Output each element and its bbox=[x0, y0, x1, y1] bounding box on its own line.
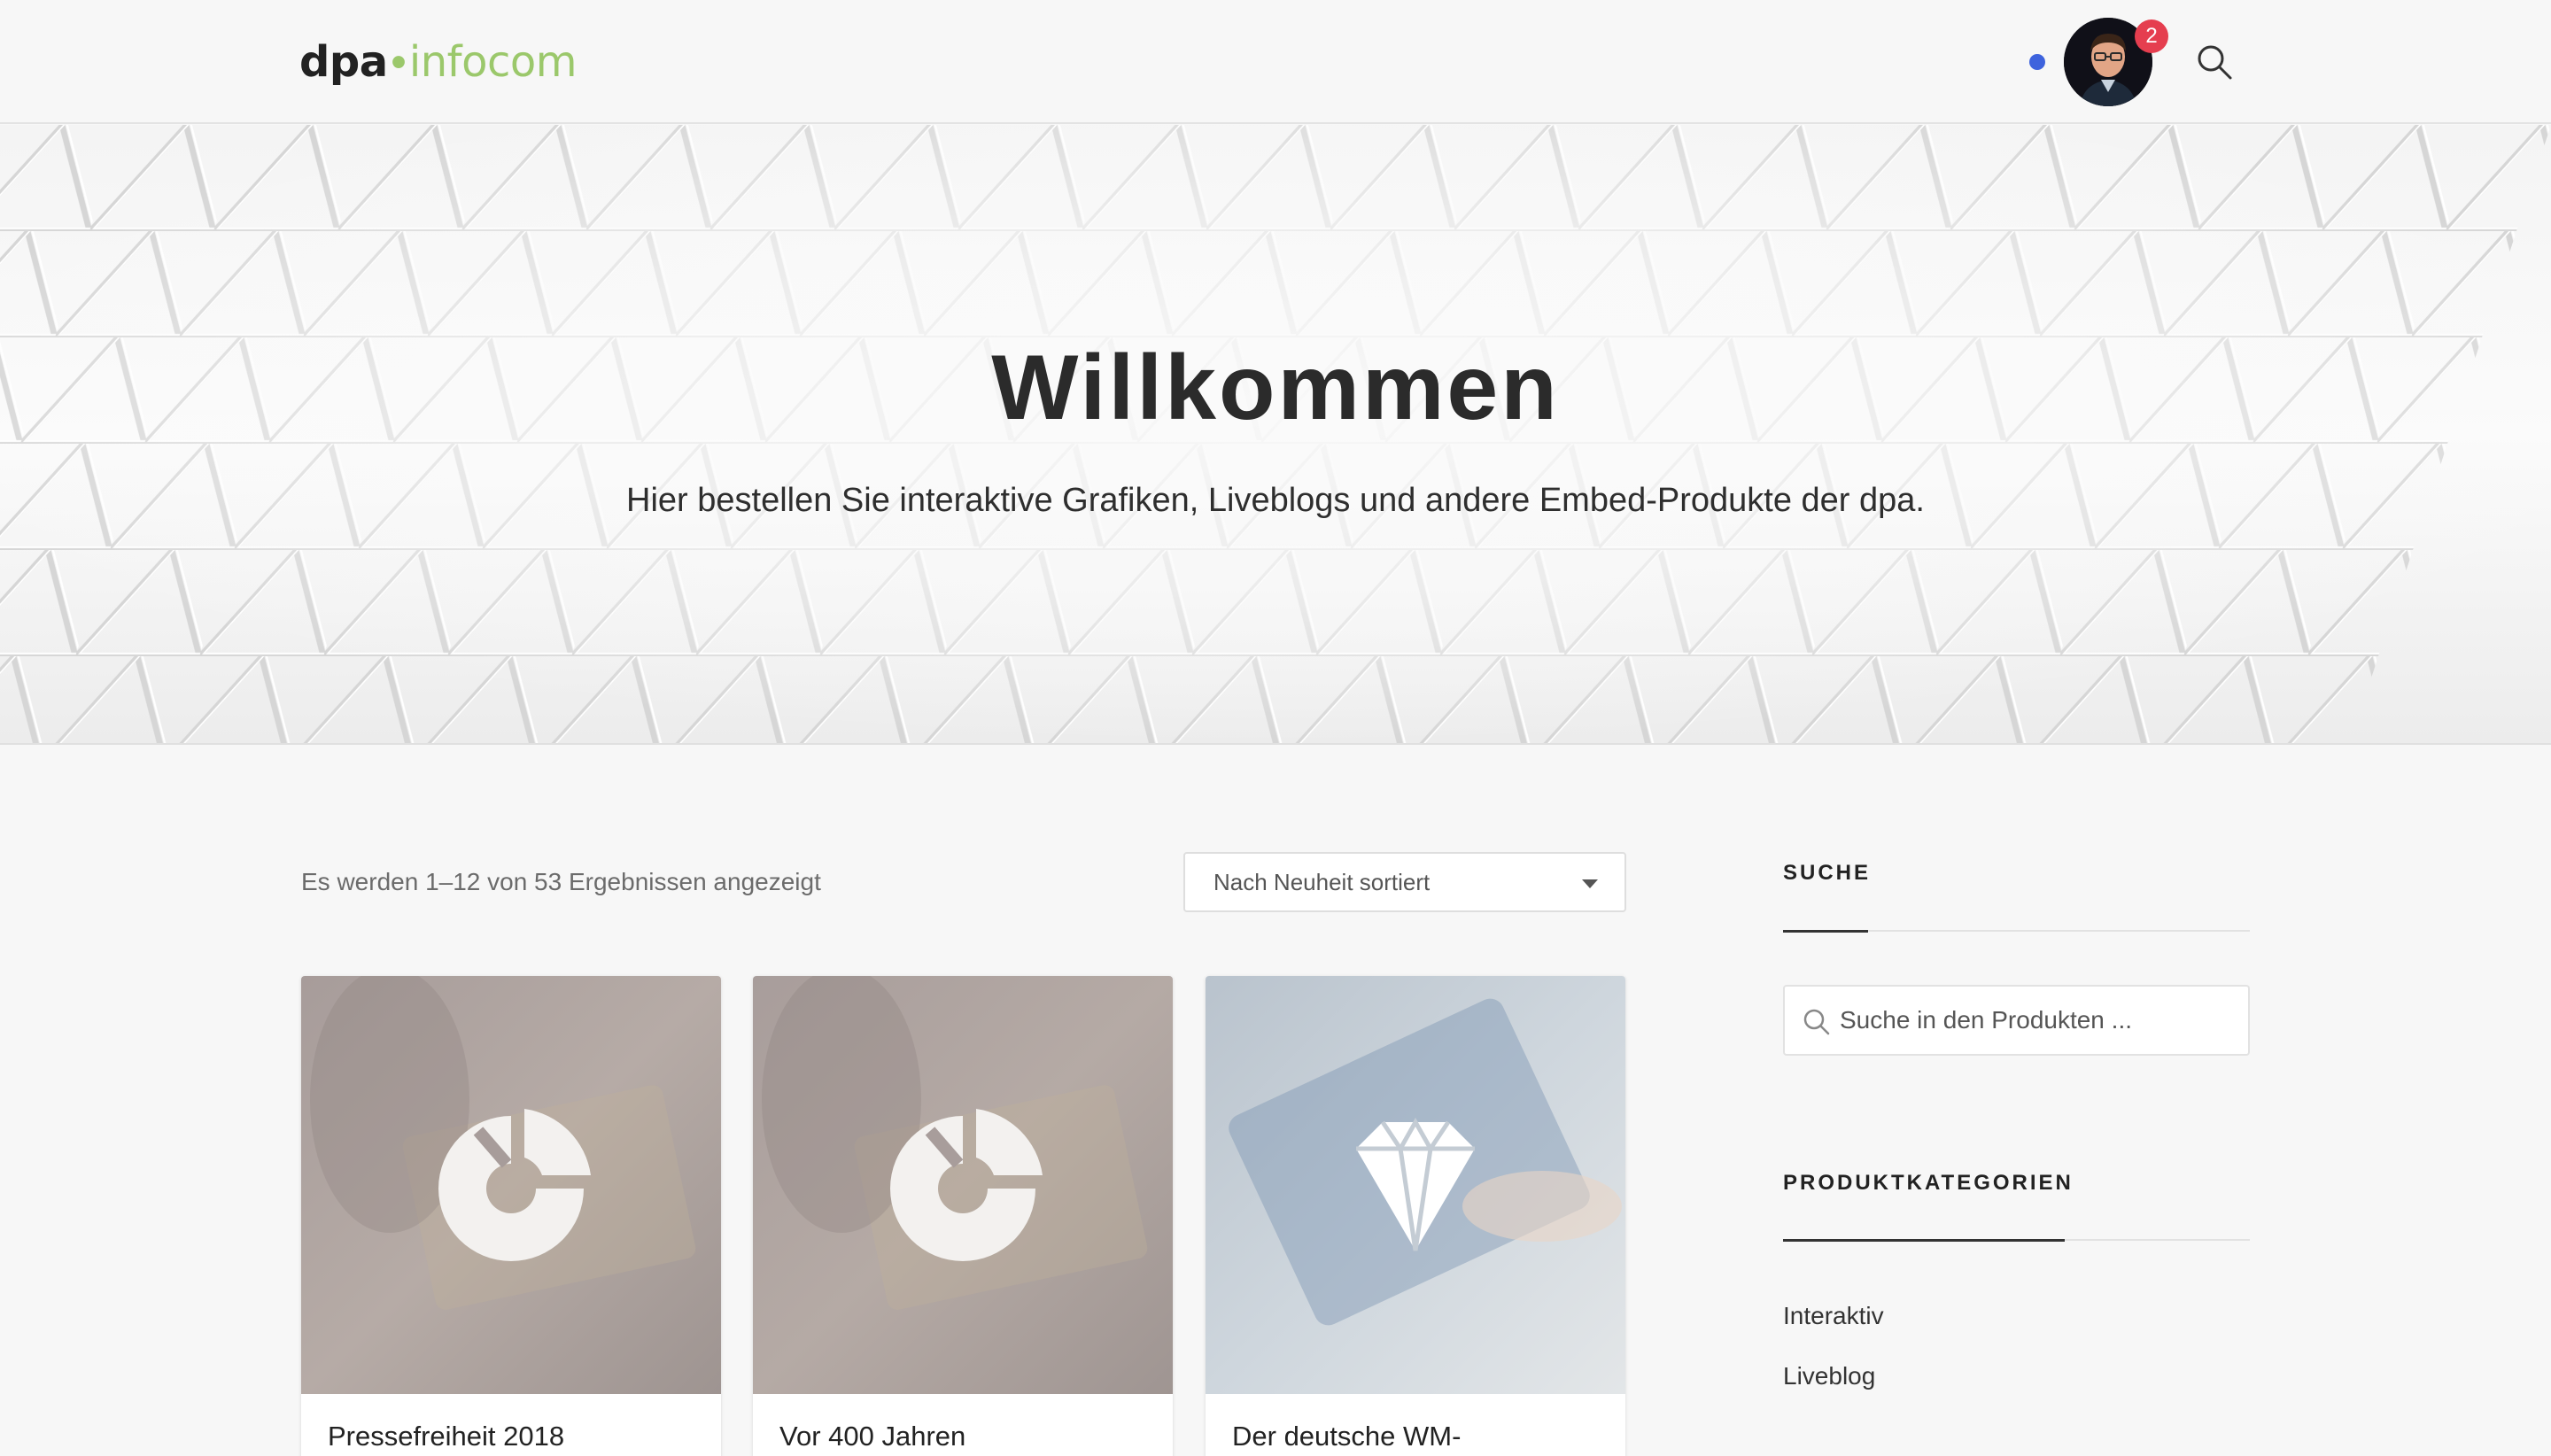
product-title[interactable]: Vor 400 Jahren bbox=[779, 1421, 965, 1452]
divider bbox=[1783, 930, 2250, 933]
hero-banner: Willkommen Hier bestellen Sie interaktiv… bbox=[0, 125, 2551, 745]
result-count: Es werden 1–12 von 53 Ergebnissen angeze… bbox=[301, 868, 821, 895]
logo-dpa-text: dpa bbox=[299, 37, 388, 87]
product-thumbnail[interactable] bbox=[1206, 976, 1625, 1394]
sort-selected-value: Nach Neuheit sortiert bbox=[1213, 868, 1431, 895]
dpa-infocom-logo[interactable]: dpa • infocom bbox=[299, 34, 577, 90]
sidebar-search-heading: SUCHE bbox=[1783, 861, 1872, 885]
search-placeholder: Suche in den Produkten ... bbox=[1840, 1006, 2132, 1034]
site-header: dpa • infocom 2 bbox=[0, 0, 2551, 124]
category-link-interaktiv[interactable]: Interaktiv bbox=[1783, 1302, 1884, 1330]
product-title[interactable]: Der deutsche WM- bbox=[1232, 1421, 1461, 1452]
category-link-liveblog[interactable]: Liveblog bbox=[1783, 1362, 1875, 1390]
product-title[interactable]: Pressefreiheit 2018 bbox=[328, 1421, 564, 1452]
product-card[interactable]: Pressefreiheit 2018 bbox=[301, 976, 721, 1456]
hero-subtitle: Hier bestellen Sie interaktive Grafiken,… bbox=[626, 482, 1925, 519]
search-icon[interactable] bbox=[2195, 43, 2234, 81]
chevron-down-icon bbox=[1582, 879, 1598, 888]
product-card[interactable]: Vor 400 Jahren bbox=[753, 976, 1173, 1456]
logo-infocom-text: infocom bbox=[408, 37, 578, 87]
notification-badge[interactable]: 2 bbox=[2135, 19, 2168, 53]
sort-select[interactable]: Nach Neuheit sortiert bbox=[1183, 852, 1626, 912]
online-status-dot bbox=[2029, 54, 2045, 70]
product-thumbnail[interactable] bbox=[301, 976, 721, 1394]
logo-dot: • bbox=[391, 38, 407, 86]
hero-title: Willkommen bbox=[991, 337, 1560, 439]
sidebar-search-input[interactable]: Suche in den Produkten ... bbox=[1783, 985, 2250, 1056]
product-card[interactable]: Der deutsche WM- bbox=[1206, 976, 1625, 1456]
search-icon bbox=[1803, 1009, 1830, 1035]
product-thumbnail[interactable] bbox=[753, 976, 1173, 1394]
divider bbox=[1783, 1239, 2250, 1242]
sidebar-categories-heading: PRODUKTKATEGORIEN bbox=[1783, 1171, 2074, 1195]
